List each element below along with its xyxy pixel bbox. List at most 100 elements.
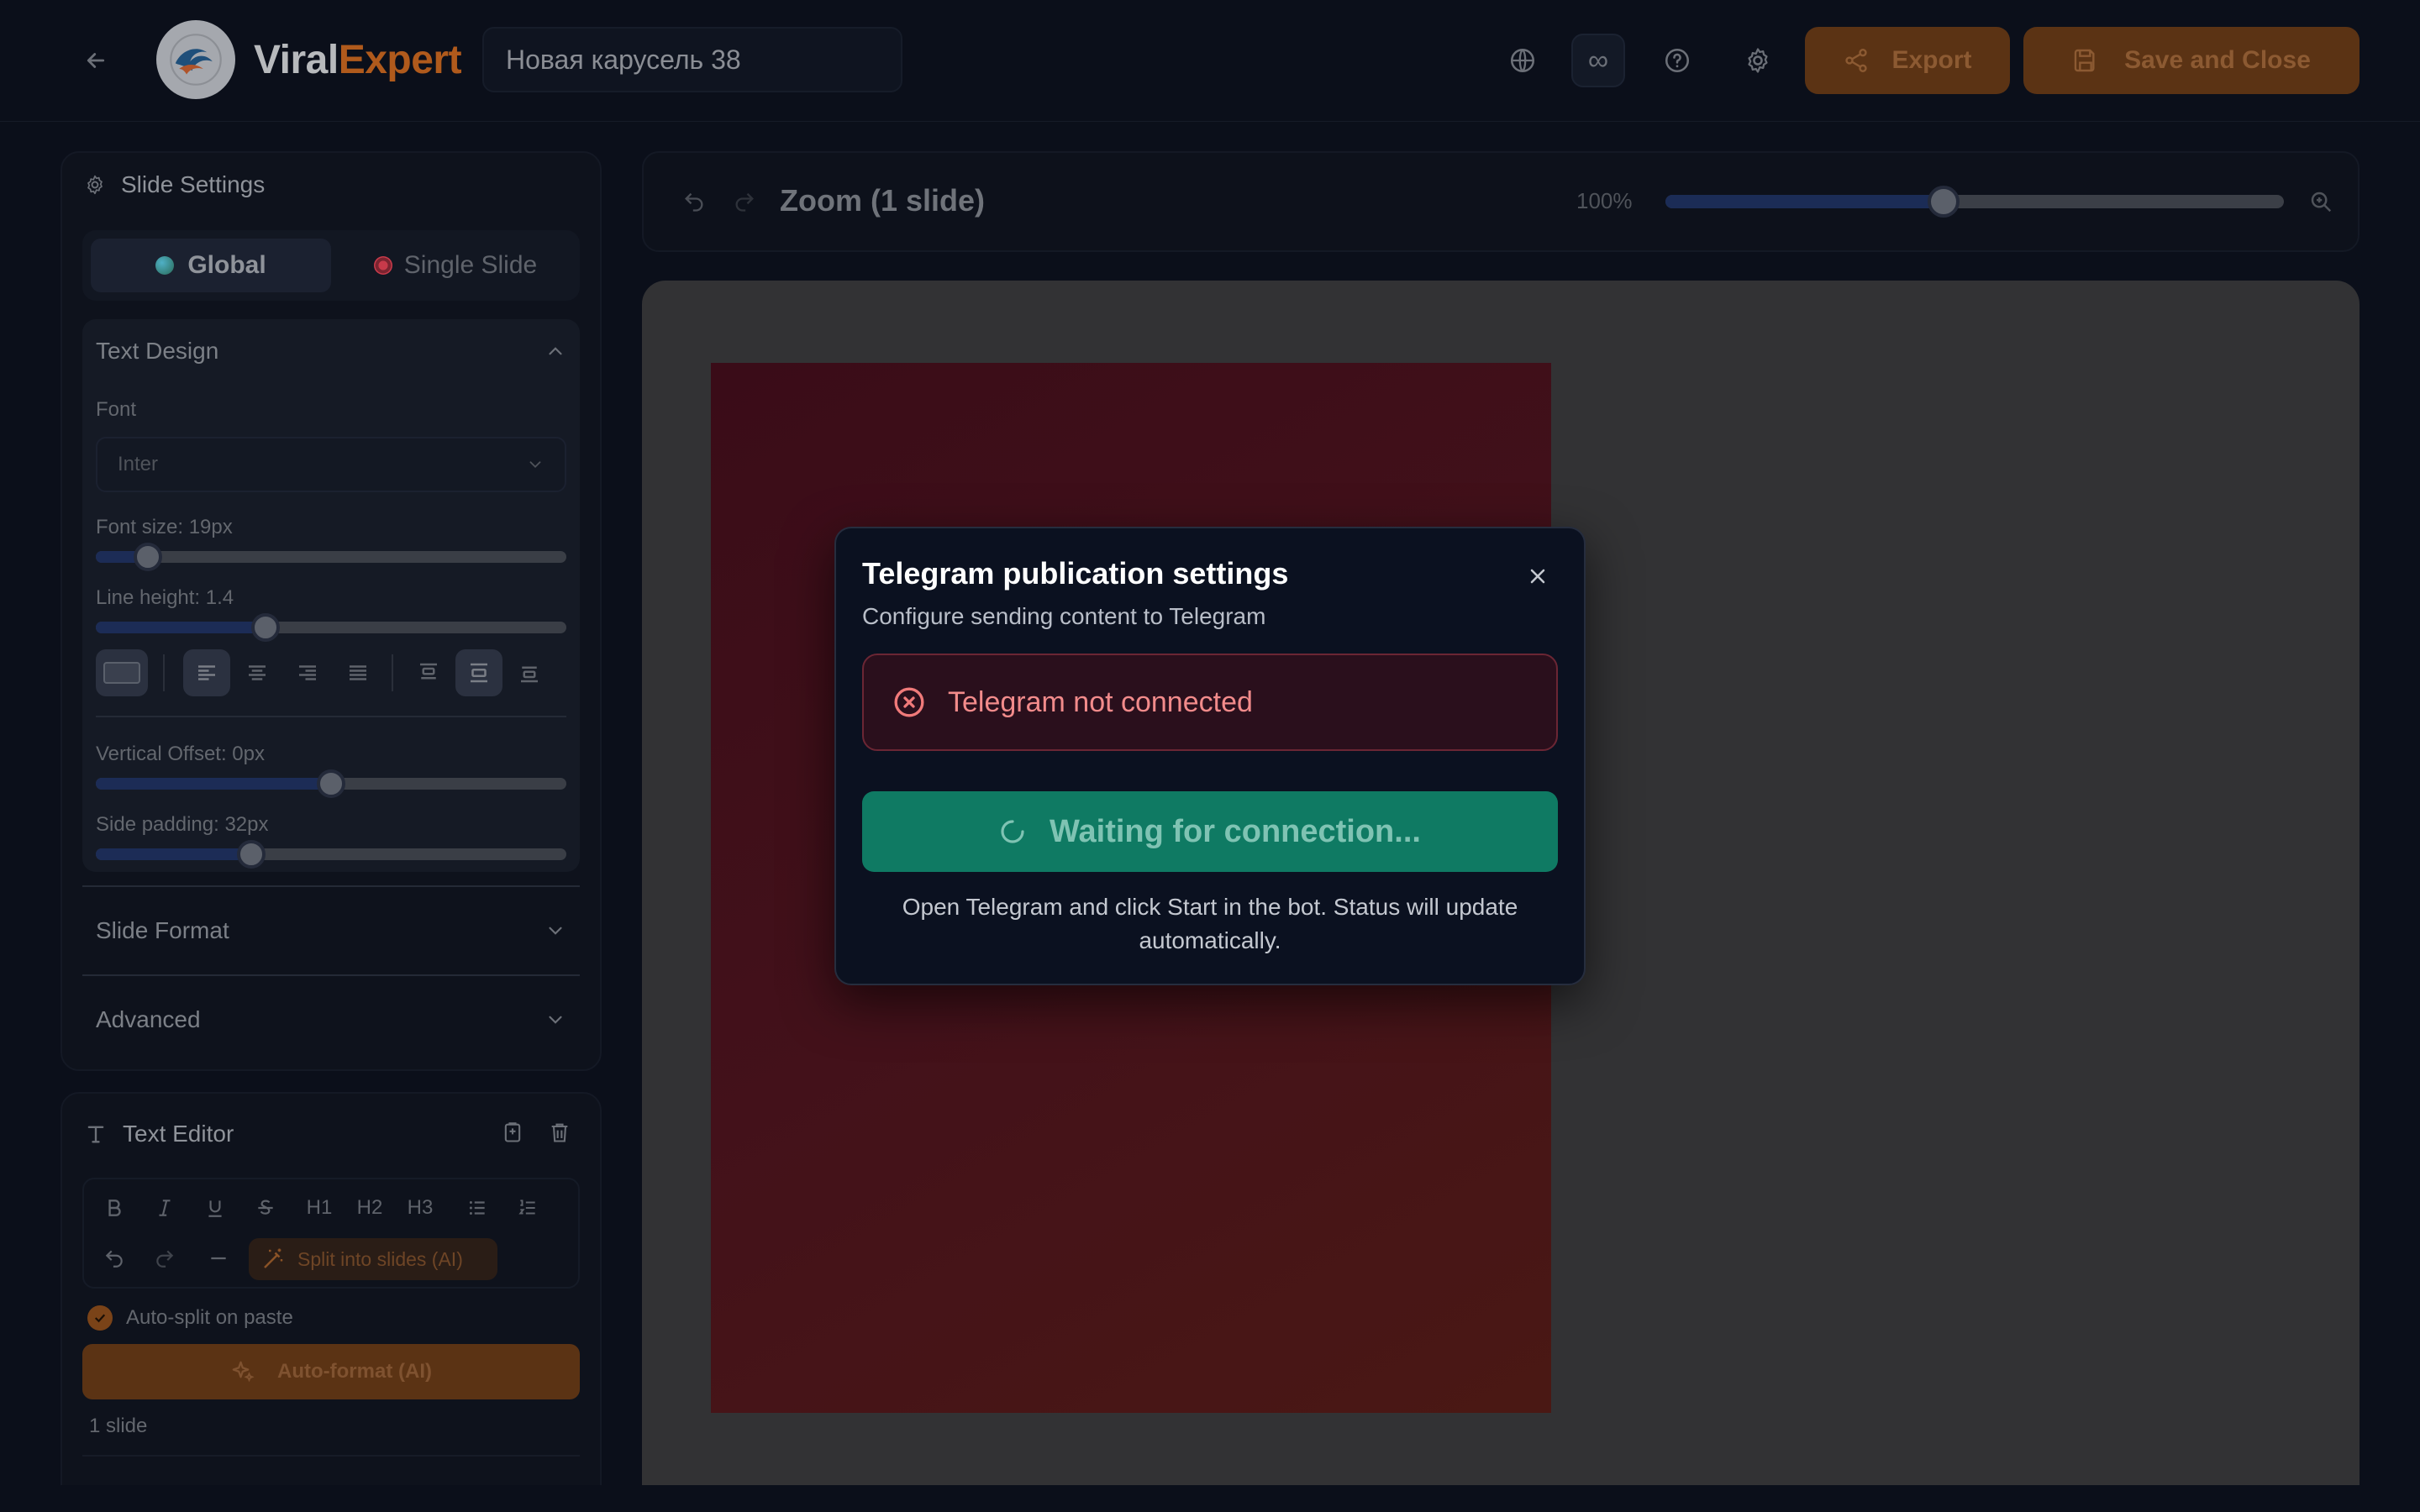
chevron-down-icon	[549, 1016, 562, 1024]
line-height-slider[interactable]	[96, 613, 566, 642]
divider	[82, 974, 580, 976]
underline-button[interactable]	[195, 1188, 235, 1228]
valign-top-button[interactable]	[405, 649, 452, 696]
text-design-header[interactable]: Text Design	[96, 334, 566, 368]
italic-button[interactable]	[145, 1188, 185, 1228]
side-padding-slider-thumb[interactable]	[237, 840, 266, 869]
underline-icon	[208, 1200, 222, 1217]
trash-icon	[551, 1123, 568, 1142]
vertical-offset-slider-thumb[interactable]	[317, 769, 345, 798]
divider	[96, 716, 566, 717]
text-design-title: Text Design	[96, 338, 219, 364]
vertical-offset-slider[interactable]	[96, 769, 566, 798]
back-button[interactable]	[72, 37, 119, 84]
save-icon	[2074, 49, 2095, 72]
language-button[interactable]	[1496, 34, 1549, 87]
undo-icon	[105, 1250, 123, 1268]
auto-split-label: Auto-split on paste	[126, 1306, 293, 1329]
zoom-in-icon	[2311, 192, 2332, 213]
project-title-input[interactable]: Новая карусель 38	[482, 27, 902, 92]
redo-slide-button[interactable]	[729, 186, 760, 217]
waiting-connection-button[interactable]: Waiting for connection...	[862, 791, 1558, 872]
brand-name-part2: Expert	[338, 38, 462, 82]
check-icon	[94, 1314, 106, 1323]
text-editor-title: Text Editor	[123, 1121, 234, 1147]
tab-global[interactable]: Global	[91, 239, 331, 292]
spinner-icon	[1001, 820, 1024, 843]
undo-button[interactable]	[94, 1238, 134, 1278]
integrations-button[interactable]: ∞	[1571, 34, 1625, 87]
heading3-button[interactable]: H3	[400, 1188, 440, 1228]
zoom-in-button[interactable]	[2304, 185, 2338, 218]
align-center-icon	[249, 665, 266, 680]
align-left-button[interactable]	[183, 649, 230, 696]
vertical-offset-label: Vertical Offset: 0px	[96, 743, 265, 765]
close-dialog-button[interactable]	[1519, 558, 1556, 595]
align-right-button[interactable]	[284, 649, 331, 696]
list-bullet-icon	[469, 1200, 485, 1215]
align-left-icon	[198, 665, 215, 680]
bullet-list-button[interactable]	[457, 1188, 497, 1228]
chevron-up-icon	[549, 347, 562, 355]
connection-status-alert: Telegram not connected	[862, 654, 1558, 751]
font-label: Font	[96, 398, 137, 421]
align-bottom-icon	[521, 666, 538, 683]
align-center-button[interactable]	[234, 649, 281, 696]
arrow-left-icon	[87, 53, 105, 68]
earth-icon	[155, 256, 175, 275]
strikethrough-icon	[258, 1200, 273, 1215]
undo-slide-button[interactable]	[679, 186, 709, 217]
slide-settings-header: Slide Settings	[84, 171, 265, 198]
waiting-connection-label: Waiting for connection...	[1050, 813, 1421, 849]
auto-format-button[interactable]: Auto-format (AI)	[82, 1344, 580, 1399]
export-button[interactable]: Export	[1805, 27, 2010, 94]
strikethrough-button[interactable]	[245, 1188, 286, 1228]
zoom-title: Zoom (1 slide)	[780, 183, 986, 218]
font-size-slider-thumb[interactable]	[134, 543, 162, 571]
line-height-label: Line height: 1.4	[96, 586, 234, 609]
align-top-icon	[420, 663, 437, 680]
advanced-title: Advanced	[96, 1006, 201, 1032]
auto-split-checkbox[interactable]	[87, 1305, 113, 1331]
copy-text-button[interactable]	[497, 1116, 528, 1149]
advanced-header[interactable]: Advanced	[96, 1003, 566, 1037]
valign-bottom-button[interactable]	[506, 649, 553, 696]
heading2-button[interactable]: H2	[350, 1188, 390, 1228]
connection-status-text: Telegram not connected	[948, 685, 1253, 718]
side-padding-slider[interactable]	[96, 840, 566, 869]
split-into-slides-button[interactable]: Split into slides (AI)	[249, 1238, 497, 1280]
heading3-label: H3	[407, 1196, 434, 1219]
line-height-slider-thumb[interactable]	[251, 613, 280, 642]
zoom-slider[interactable]	[1665, 186, 2284, 218]
help-button[interactable]	[1650, 34, 1704, 87]
text-editor-header: Text Editor	[84, 1121, 234, 1147]
delete-text-button[interactable]	[544, 1116, 575, 1149]
logo-wave-icon	[170, 34, 222, 86]
bold-button[interactable]	[94, 1188, 134, 1228]
project-title-value: Новая карусель 38	[506, 44, 741, 75]
line-height-slider-fill	[96, 622, 266, 633]
dialog-instructions: Open Telegram and click Start in the bot…	[902, 894, 1518, 953]
font-size-slider[interactable]	[96, 543, 566, 571]
align-justify-button[interactable]	[334, 649, 381, 696]
slide-format-header[interactable]: Slide Format	[96, 914, 566, 948]
align-justify-icon	[350, 665, 366, 680]
export-label: Export	[1891, 46, 1972, 74]
tab-single-slide-label: Single Slide	[403, 251, 538, 279]
dialog-title: Telegram publication settings	[862, 556, 1289, 591]
valign-middle-button[interactable]	[455, 649, 502, 696]
save-and-close-button[interactable]: Save and Close	[2023, 27, 2360, 94]
redo-button[interactable]	[145, 1238, 185, 1278]
text-background-button[interactable]	[96, 649, 148, 696]
heading1-label: H1	[306, 1196, 333, 1219]
dialog-subtitle: Configure sending content to Telegram	[862, 603, 1266, 629]
tab-single-slide[interactable]: Single Slide	[339, 239, 571, 292]
text-format-toolbar	[96, 647, 566, 699]
horizontal-rule-button[interactable]	[198, 1238, 239, 1278]
zoom-slider-thumb[interactable]	[1928, 186, 1960, 218]
font-select[interactable]: Inter	[96, 437, 566, 492]
heading1-button[interactable]: H1	[299, 1188, 339, 1228]
numbered-list-button[interactable]	[508, 1188, 548, 1228]
settings-button[interactable]	[1731, 34, 1785, 87]
divider	[82, 885, 580, 887]
